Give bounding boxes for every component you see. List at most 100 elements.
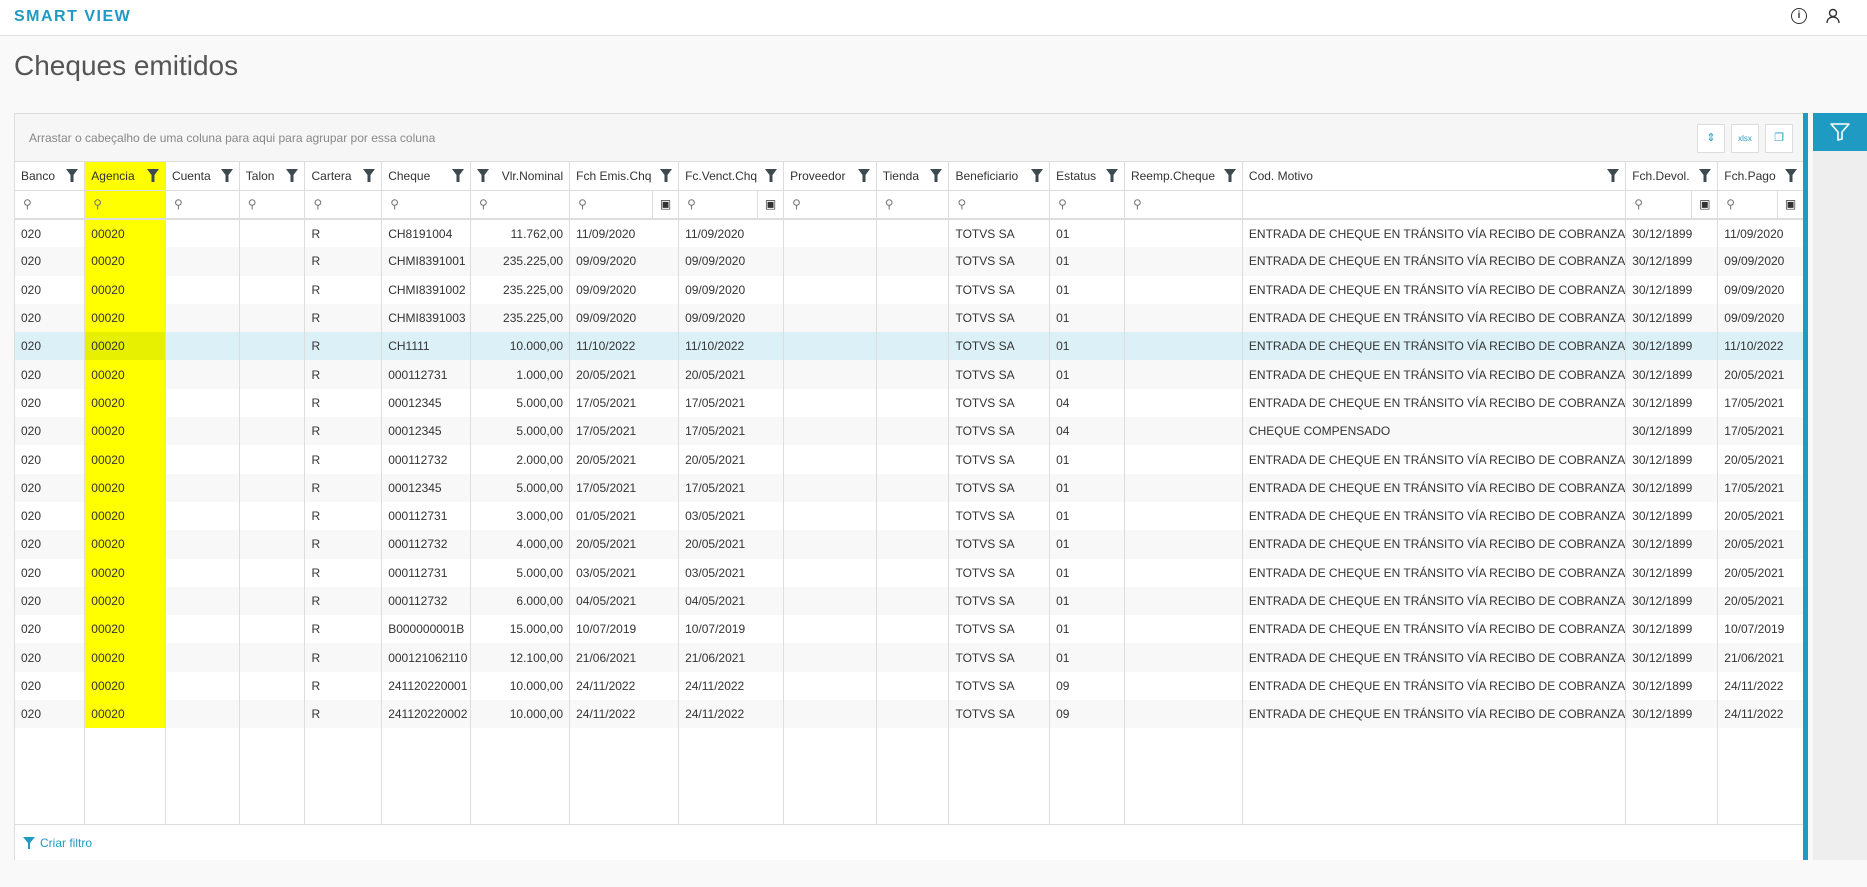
filter-input-fch-devol[interactable]: ⚲ ▣ bbox=[1625, 190, 1719, 220]
column-header-agencia[interactable]: Agencia bbox=[84, 162, 166, 191]
column-header-proveedor[interactable]: Proveedor bbox=[783, 162, 877, 191]
filter-input-proveedor[interactable]: ⚲ bbox=[783, 190, 877, 220]
calendar-icon[interactable]: ▣ bbox=[652, 190, 678, 217]
filter-input-beneficiario[interactable]: ⚲ bbox=[948, 190, 1051, 220]
cell-banco: 020 bbox=[15, 303, 86, 333]
filter-panel-button[interactable] bbox=[1813, 113, 1867, 151]
column-header-cartera[interactable]: Cartera bbox=[304, 162, 383, 191]
cell-vlr-nominal: 1.000,00 bbox=[470, 360, 571, 389]
filter-input-banco[interactable]: ⚲ bbox=[15, 190, 86, 220]
cell-talon bbox=[239, 586, 306, 616]
calendar-icon[interactable]: ▣ bbox=[1691, 190, 1717, 217]
table-row[interactable]: 020 00020 R CHMI8391002 235.225,00 09/09/2020… bbox=[15, 275, 1804, 304]
search-icon: ⚲ bbox=[884, 197, 894, 212]
filter-input-estatus[interactable]: ⚲ bbox=[1049, 190, 1125, 220]
row-height-button[interactable]: ⇕ bbox=[1697, 124, 1725, 153]
create-filter-link[interactable]: Criar filtro bbox=[23, 836, 92, 850]
info-icon[interactable]: i bbox=[1791, 8, 1807, 24]
cell-agencia: 00020 bbox=[84, 530, 166, 559]
filter-icon[interactable] bbox=[857, 169, 870, 182]
filter-input-cuenta[interactable]: ⚲ bbox=[165, 190, 240, 220]
column-header-reemp-cheque[interactable]: Reemp.Cheque bbox=[1124, 162, 1243, 191]
filter-icon[interactable] bbox=[1699, 169, 1712, 182]
filter-icon[interactable] bbox=[452, 169, 464, 182]
table-row[interactable]: 020 00020 R 000112731 3.000,00 01/05/2021 03/0… bbox=[15, 501, 1804, 531]
filter-icon[interactable] bbox=[930, 169, 943, 182]
cell-reemp-cheque bbox=[1124, 501, 1243, 531]
table-row[interactable]: 020 00020 R 000112731 5.000,00 03/05/2021 03/0… bbox=[15, 558, 1804, 587]
table-row[interactable]: 020 00020 R 00012345 5.000,00 17/05/2021 17/05… bbox=[15, 417, 1804, 446]
table-row[interactable]: 020 00020 R 000112732 4.000,00 20/05/2021 20/0… bbox=[15, 530, 1804, 559]
filter-icon[interactable] bbox=[220, 169, 233, 182]
filter-input-cartera[interactable]: ⚲ bbox=[304, 190, 383, 220]
column-header-fch-devol[interactable]: Fch.Devol. bbox=[1625, 162, 1719, 191]
column-header-beneficiario[interactable]: Beneficiario bbox=[948, 162, 1051, 191]
column-header-cuenta[interactable]: Cuenta bbox=[165, 162, 240, 191]
filter-icon[interactable] bbox=[1785, 169, 1797, 182]
column-header-cheque[interactable]: Cheque bbox=[381, 162, 471, 191]
app-brand[interactable]: SMART VIEW bbox=[14, 8, 131, 26]
filter-input-tienda[interactable]: ⚲ bbox=[876, 190, 950, 220]
filter-input-cheque[interactable]: ⚲ bbox=[381, 190, 471, 220]
filter-input-cod-motivo[interactable] bbox=[1242, 190, 1627, 220]
calendar-icon[interactable]: ▣ bbox=[1777, 190, 1803, 217]
table-row[interactable]: 020 00020 R B000000001B 15.000,00 10/07/2019 1… bbox=[15, 615, 1804, 644]
column-header-vlr-nominal[interactable]: Vlr.Nominal bbox=[470, 162, 571, 191]
table-row[interactable]: 020 00020 R 241120220002 10.000,00 24/11/2022… bbox=[15, 700, 1804, 729]
column-title: Cheque bbox=[388, 168, 431, 183]
filter-icon[interactable] bbox=[477, 169, 489, 182]
filter-icon[interactable] bbox=[146, 169, 159, 182]
table-row[interactable]: 020 00020 R 000112732 2.000,00 20/05/2021 20/0… bbox=[15, 445, 1804, 474]
table-row[interactable]: 020 00020 R CHMI8391001 235.225,00 09/09/2020… bbox=[15, 247, 1804, 276]
cell-fc-venct-chq: 17/05/2021 bbox=[678, 388, 785, 418]
column-header-tienda[interactable]: Tienda bbox=[876, 162, 950, 191]
filter-icon[interactable] bbox=[1223, 169, 1236, 182]
table-row[interactable]: 020 00020 R CHMI8391003 235.225,00 09/09/2020… bbox=[15, 303, 1804, 333]
table-row[interactable]: 020 00020 R 00012345 5.000,00 17/05/2021 17/05… bbox=[15, 473, 1804, 502]
filter-row: ⚲ ⚲ ⚲ ⚲ ⚲ ⚲ ⚲ ⚲ ▣ ⚲ ▣ ⚲ ⚲ ⚲ ⚲ ⚲ ⚲ ▣ ⚲ ▣ bbox=[15, 190, 1804, 220]
table-row[interactable]: 020 00020 R 00012345 5.000,00 17/05/2021 17/05… bbox=[15, 388, 1804, 418]
column-header-fch-emis-chq[interactable]: Fch Emis.Chq bbox=[569, 162, 680, 191]
table-row[interactable]: 020 00020 R 000112731 1.000,00 20/05/2021 20/0… bbox=[15, 360, 1804, 389]
filter-icon[interactable] bbox=[660, 169, 673, 182]
table-row[interactable]: 020 00020 R 241120220001 10.000,00 24/11/2022… bbox=[15, 671, 1804, 701]
filter-icon[interactable] bbox=[1607, 169, 1620, 182]
column-header-cod-motivo[interactable]: Cod. Motivo bbox=[1242, 162, 1627, 191]
column-header-talon[interactable]: Talon bbox=[239, 162, 306, 191]
filter-icon[interactable] bbox=[1105, 169, 1118, 182]
filter-input-fc-venct-chq[interactable]: ⚲ ▣ bbox=[678, 190, 785, 220]
filter-icon[interactable] bbox=[363, 169, 376, 182]
cell-reemp-cheque bbox=[1124, 586, 1243, 616]
filter-icon[interactable] bbox=[765, 169, 778, 182]
export-xlsx-button[interactable]: xlsx bbox=[1731, 124, 1759, 153]
column-header-fc-venct-chq[interactable]: Fc.Venct.Chq bbox=[678, 162, 785, 191]
filter-input-reemp-cheque[interactable]: ⚲ bbox=[1124, 190, 1243, 220]
filter-icon[interactable] bbox=[66, 169, 79, 182]
filter-input-talon[interactable]: ⚲ bbox=[239, 190, 306, 220]
filter-icon[interactable] bbox=[286, 169, 299, 182]
table-row[interactable]: 020 00020 R 000112732 6.000,00 04/05/2021 04/0… bbox=[15, 586, 1804, 616]
calendar-icon[interactable]: ▣ bbox=[757, 190, 783, 217]
table-row[interactable]: 020 00020 R CH8191004 11.762,00 11/09/2020 11/… bbox=[15, 219, 1804, 248]
column-header-banco[interactable]: Banco bbox=[15, 162, 86, 191]
cell-banco: 020 bbox=[15, 332, 86, 361]
group-panel[interactable]: Arrastar o cabeçalho de uma coluna para … bbox=[15, 114, 1804, 162]
cell-tienda bbox=[876, 530, 950, 559]
filter-input-fch-pago[interactable]: ⚲ ▣ bbox=[1717, 190, 1804, 220]
cell-banco: 020 bbox=[15, 671, 86, 701]
filter-input-agencia[interactable]: ⚲ bbox=[84, 190, 166, 220]
column-title: Fch.Devol. bbox=[1632, 168, 1690, 183]
column-header-estatus[interactable]: Estatus bbox=[1049, 162, 1125, 191]
filter-input-vlr-nominal[interactable]: ⚲ bbox=[470, 190, 571, 220]
filter-icon[interactable] bbox=[1031, 169, 1044, 182]
filter-input-fch-emis-chq[interactable]: ⚲ ▣ bbox=[569, 190, 680, 220]
cell-fch-devol: 30/12/1899 bbox=[1625, 388, 1719, 418]
table-row[interactable]: 020 00020 R 000121062110 12.100,00 21/06/2021… bbox=[15, 643, 1804, 672]
cell-cuenta bbox=[165, 445, 240, 474]
search-icon: ⚲ bbox=[390, 197, 399, 212]
columns-button[interactable]: ❐ bbox=[1765, 124, 1793, 153]
table-row[interactable]: 020 00020 R CH1111 10.000,00 11/10/2022 11/10/… bbox=[15, 332, 1804, 361]
user-icon[interactable] bbox=[1825, 8, 1841, 24]
column-header-fch-pago[interactable]: Fch.Pago bbox=[1717, 162, 1804, 191]
vertical-scrollbar[interactable] bbox=[1803, 113, 1808, 860]
